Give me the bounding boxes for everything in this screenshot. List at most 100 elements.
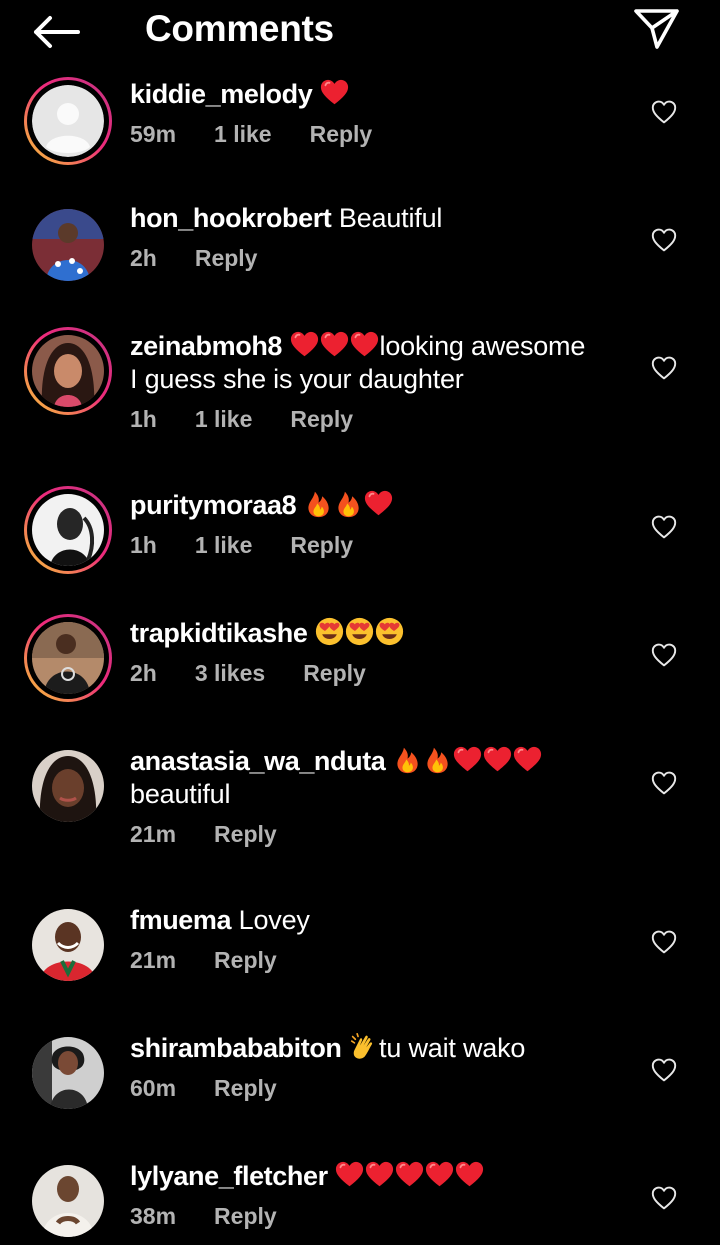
reply-button[interactable]: Reply (303, 660, 366, 686)
comment-time: 2h (130, 660, 157, 686)
top-bar: Comments (0, 0, 720, 60)
red-heart-icon (365, 1160, 394, 1189)
avatar-photo (32, 494, 104, 566)
reply-button[interactable]: Reply (310, 121, 373, 147)
comment-username[interactable]: fmuema (130, 905, 232, 935)
avatar-photo (32, 1037, 104, 1109)
comment-username[interactable]: lylyane_fletcher (130, 1161, 328, 1191)
avatar[interactable] (24, 77, 112, 165)
red-heart-icon (320, 330, 349, 359)
comment-username[interactable]: anastasia_wa_nduta (130, 746, 386, 776)
avatar[interactable] (24, 614, 112, 702)
likes-count[interactable]: 1 like (195, 406, 253, 432)
comment-time: 2h (130, 245, 157, 271)
fire-icon (423, 745, 452, 774)
comment-username[interactable]: trapkidtikashe (130, 618, 308, 648)
reply-button[interactable]: Reply (214, 947, 277, 973)
comment-content: kiddie_melody (130, 78, 630, 111)
like-heart-icon[interactable] (651, 356, 677, 380)
red-heart-icon (290, 330, 319, 359)
comment-meta: 59m 1 like Reply (130, 121, 630, 148)
like-heart-icon[interactable] (651, 100, 677, 124)
red-heart-icon (335, 1160, 364, 1189)
like-heart-icon[interactable] (651, 771, 677, 795)
comment-meta: 60m Reply (130, 1075, 630, 1102)
heart-eyes-icon (345, 617, 374, 646)
default-avatar-icon (32, 85, 104, 157)
comment-username[interactable]: zeinabmoh8 (130, 331, 282, 361)
comment-time: 1h (130, 406, 157, 432)
comment-meta: 1h 1 like Reply (130, 532, 630, 559)
avatar-photo (32, 209, 104, 281)
like-heart-icon[interactable] (651, 1186, 677, 1210)
arrow-left-icon[interactable] (28, 12, 84, 52)
reply-button[interactable]: Reply (214, 1075, 277, 1101)
avatar[interactable] (24, 327, 112, 415)
paper-plane-icon[interactable] (630, 4, 682, 52)
red-heart-icon (455, 1160, 484, 1189)
comment-meta: 1h 1 like Reply (130, 406, 630, 433)
red-heart-icon (350, 330, 379, 359)
comment-content: fmuema Lovey (130, 904, 630, 937)
fire-icon (304, 489, 333, 518)
like-heart-icon[interactable] (651, 228, 677, 252)
reply-button[interactable]: Reply (290, 532, 353, 558)
red-heart-icon (395, 1160, 424, 1189)
reply-button[interactable]: Reply (214, 821, 277, 847)
like-heart-icon[interactable] (651, 1058, 677, 1082)
likes-count[interactable]: 1 like (214, 121, 272, 147)
avatar[interactable] (24, 1029, 112, 1117)
comment-text: Lovey (238, 905, 310, 935)
clapping-hands-icon (349, 1032, 378, 1061)
comment-meta: 2h Reply (130, 245, 630, 272)
comment-content: hon_hookrobert Beautiful (130, 202, 630, 235)
avatar[interactable] (24, 901, 112, 989)
avatar[interactable] (24, 742, 112, 830)
like-heart-icon[interactable] (651, 515, 677, 539)
likes-count[interactable]: 3 likes (195, 660, 265, 686)
avatar-photo (32, 750, 104, 822)
like-heart-icon[interactable] (651, 643, 677, 667)
red-heart-icon (453, 745, 482, 774)
comment-time: 21m (130, 821, 177, 847)
comment-username[interactable]: kiddie_melody (130, 79, 313, 109)
avatar[interactable] (24, 201, 112, 289)
comment-content: zeinabmoh8 looking awesome (130, 330, 630, 363)
page-title: Comments (145, 8, 334, 49)
comment-content: anastasia_wa_nduta (130, 745, 630, 778)
red-heart-icon (513, 745, 542, 774)
comment-text-line2: beautiful (130, 779, 231, 809)
likes-count[interactable]: 1 like (195, 532, 253, 558)
comment-text: looking awesome (379, 331, 586, 361)
reply-button[interactable]: Reply (214, 1203, 277, 1229)
avatar[interactable] (24, 1157, 112, 1245)
comment-username[interactable]: puritymoraa8 (130, 490, 297, 520)
avatar[interactable] (24, 486, 112, 574)
comment-meta: 21m Reply (130, 947, 630, 974)
comment-username[interactable]: hon_hookrobert (130, 203, 332, 233)
red-heart-icon (425, 1160, 454, 1189)
reply-button[interactable]: Reply (290, 406, 353, 432)
avatar-photo (32, 1165, 104, 1237)
comment-content: puritymoraa8 (130, 489, 630, 522)
comments-list[interactable]: kiddie_melody 59m 1 like Reply hon_hookrob… (0, 0, 720, 1240)
comment-time: 1h (130, 532, 157, 558)
like-heart-icon[interactable] (651, 930, 677, 954)
comment-content: trapkidtikashe (130, 617, 630, 650)
red-heart-icon (320, 78, 349, 107)
avatar-photo (32, 622, 104, 694)
comment-content: lylyane_fletcher (130, 1160, 630, 1193)
comment-username[interactable]: shirambababiton (130, 1033, 342, 1063)
comment-meta: 2h 3 likes Reply (130, 660, 630, 687)
comment-content: shirambababiton tu wait wako (130, 1032, 630, 1065)
reply-button[interactable]: Reply (195, 245, 258, 271)
comment-time: 21m (130, 947, 177, 973)
comment-time: 59m (130, 121, 177, 147)
heart-eyes-icon (315, 617, 344, 646)
fire-icon (393, 745, 422, 774)
red-heart-icon (364, 489, 393, 518)
avatar-photo (32, 335, 104, 407)
red-heart-icon (483, 745, 512, 774)
avatar-photo (32, 909, 104, 981)
comment-text-line2: I guess she is your daughter (130, 364, 464, 394)
